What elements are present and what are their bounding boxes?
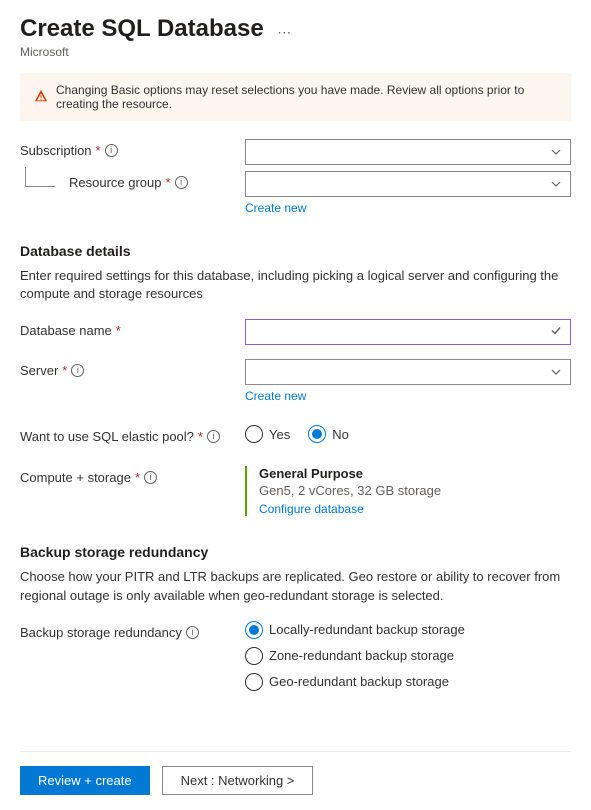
info-icon[interactable]: i (207, 430, 220, 443)
check-icon (550, 325, 562, 340)
chevron-down-icon (550, 178, 562, 190)
more-icon[interactable]: ⋯ (277, 24, 291, 41)
required-marker: * (62, 363, 67, 378)
elastic-yes-label: Yes (269, 427, 290, 442)
resource-group-label: Resource group (69, 175, 162, 190)
db-name-label: Database name (20, 323, 112, 338)
info-icon[interactable]: i (71, 364, 84, 377)
backup-desc: Choose how your PITR and LTR backups are… (20, 568, 571, 604)
page-title: Create SQL Database (20, 15, 264, 43)
elastic-no-radio[interactable]: No (308, 425, 349, 443)
chevron-down-icon (550, 146, 562, 158)
required-marker: * (116, 323, 121, 338)
backup-local-label: Locally-redundant backup storage (269, 622, 465, 637)
backup-geo-radio[interactable]: Geo-redundant backup storage (245, 673, 571, 691)
backup-zone-radio[interactable]: Zone-redundant backup storage (245, 647, 571, 665)
warning-text: Changing Basic options may reset selecti… (56, 83, 557, 111)
info-icon[interactable]: i (144, 471, 157, 484)
radio-unchecked-icon (245, 647, 263, 665)
compute-tier-title: General Purpose (259, 466, 571, 481)
create-new-server-link[interactable]: Create new (245, 389, 306, 403)
subscription-select[interactable] (245, 139, 571, 165)
server-select[interactable] (245, 359, 571, 385)
required-marker: * (166, 175, 171, 190)
backup-zone-label: Zone-redundant backup storage (269, 648, 454, 663)
radio-checked-icon (245, 621, 263, 639)
backup-local-radio[interactable]: Locally-redundant backup storage (245, 621, 571, 639)
elastic-pool-label: Want to use SQL elastic pool? (20, 429, 194, 444)
info-icon[interactable]: i (175, 176, 188, 189)
tree-connector-icon (25, 167, 55, 187)
configure-db-link[interactable]: Configure database (259, 502, 364, 516)
required-marker: * (135, 470, 140, 485)
radio-unchecked-icon (245, 425, 263, 443)
server-label: Server (20, 363, 58, 378)
backup-redundancy-label: Backup storage redundancy (20, 625, 182, 640)
compute-storage-label: Compute + storage (20, 470, 131, 485)
info-icon[interactable]: i (105, 144, 118, 157)
warning-icon (34, 89, 48, 106)
warning-banner: Changing Basic options may reset selecti… (20, 73, 571, 121)
db-name-input[interactable] (245, 319, 571, 345)
resource-group-select[interactable] (245, 171, 571, 197)
backup-heading: Backup storage redundancy (20, 544, 571, 560)
required-marker: * (96, 143, 101, 158)
compute-summary: General Purpose Gen5, 2 vCores, 32 GB st… (245, 466, 571, 516)
info-icon[interactable]: i (186, 626, 199, 639)
required-marker: * (198, 429, 203, 444)
radio-checked-icon (308, 425, 326, 443)
elastic-no-label: No (332, 427, 349, 442)
next-networking-button[interactable]: Next : Networking > (162, 766, 314, 795)
radio-unchecked-icon (245, 673, 263, 691)
review-create-button[interactable]: Review + create (20, 766, 150, 795)
page-subtitle: Microsoft (20, 45, 571, 59)
backup-geo-label: Geo-redundant backup storage (269, 674, 449, 689)
elastic-yes-radio[interactable]: Yes (245, 425, 290, 443)
compute-tier-sub: Gen5, 2 vCores, 32 GB storage (259, 483, 571, 498)
database-details-heading: Database details (20, 243, 571, 259)
database-details-desc: Enter required settings for this databas… (20, 267, 571, 303)
subscription-label: Subscription (20, 143, 92, 158)
create-new-rg-link[interactable]: Create new (245, 201, 306, 215)
chevron-down-icon (550, 366, 562, 378)
